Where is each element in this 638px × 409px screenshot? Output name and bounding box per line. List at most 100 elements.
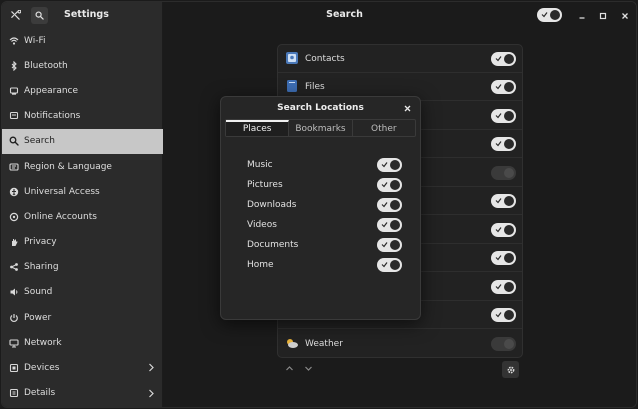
tab-bookmarks[interactable]: Bookmarks — [289, 120, 353, 136]
list-item-label: Contacts — [305, 54, 345, 64]
check-icon — [381, 222, 388, 228]
tools-button[interactable] — [7, 7, 23, 23]
check-icon — [495, 56, 502, 62]
list-item-weather[interactable]: Weather — [278, 330, 522, 358]
sidebar-item-region-language[interactable]: Region & Language — [2, 154, 163, 179]
devices-icon — [8, 363, 19, 374]
sidebar-item-search[interactable]: Search — [2, 128, 163, 154]
files-icon — [287, 80, 297, 92]
location-row-videos[interactable]: Videos — [247, 218, 402, 234]
switch-knob — [504, 82, 514, 92]
toggle-switch[interactable] — [491, 52, 516, 66]
chevron-up-icon[interactable] — [285, 364, 294, 373]
check-icon — [495, 312, 502, 318]
toggle-switch[interactable] — [491, 109, 516, 123]
hand-icon — [8, 237, 19, 248]
weather-icon — [287, 339, 298, 348]
toggle-switch[interactable] — [491, 308, 516, 322]
switch-knob — [390, 240, 400, 250]
location-row-pictures[interactable]: Pictures — [247, 178, 402, 194]
switch-knob — [390, 260, 400, 270]
check-icon — [495, 227, 502, 233]
sidebar-item-online-accounts[interactable]: Online Accounts — [2, 204, 163, 229]
toggle-switch[interactable] — [491, 80, 516, 94]
accessibility-icon — [8, 186, 19, 197]
sidebar-title: Settings — [64, 9, 109, 20]
toggle-switch[interactable] — [377, 178, 402, 192]
sidebar-header: Settings — [2, 2, 162, 28]
location-label: Downloads — [247, 200, 297, 210]
sidebar-item-label: Wi-Fi — [24, 35, 46, 46]
location-label: Pictures — [247, 180, 283, 190]
sidebar-item-network[interactable]: Network — [2, 330, 163, 355]
sidebar-item-wifi[interactable]: Wi-Fi — [2, 28, 163, 53]
chevron-down-icon[interactable] — [304, 364, 313, 373]
sidebar-item-label: Sound — [24, 287, 53, 298]
sidebar-item-sound[interactable]: Sound — [2, 280, 163, 305]
list-item-label: Weather — [305, 339, 343, 349]
sidebar-item-label: Network — [24, 337, 62, 348]
sidebar-item-sharing[interactable]: Sharing — [2, 255, 163, 280]
sidebar-item-details[interactable]: Details — [2, 381, 163, 406]
chevron-right-icon — [149, 389, 154, 398]
location-label: Music — [247, 160, 273, 170]
maximize-button[interactable] — [597, 10, 609, 22]
sidebar-item-bluetooth[interactable]: Bluetooth — [2, 53, 163, 78]
search-enable-switch[interactable] — [537, 8, 562, 22]
sidebar-item-label: Power — [24, 312, 52, 323]
sidebar-item-appearance[interactable]: Appearance — [2, 78, 163, 103]
toggle-switch[interactable] — [377, 238, 402, 252]
check-icon — [381, 202, 388, 208]
location-row-documents[interactable]: Documents — [247, 238, 402, 254]
toggle-switch[interactable] — [377, 198, 402, 212]
toggle-switch[interactable] — [491, 280, 516, 294]
sidebar-item-label: Appearance — [24, 85, 79, 96]
toggle-switch[interactable] — [491, 223, 516, 237]
reorder-arrows — [285, 364, 313, 373]
list-item-contacts[interactable]: Contacts — [278, 45, 522, 73]
switch-knob — [504, 253, 514, 263]
tools-icon — [10, 9, 21, 20]
sidebar-item-devices[interactable]: Devices — [2, 355, 163, 380]
switch-knob — [504, 54, 514, 64]
location-row-downloads[interactable]: Downloads — [247, 198, 402, 214]
sidebar-item-universal-access[interactable]: Universal Access — [2, 179, 163, 204]
sidebar-item-power[interactable]: Power — [2, 305, 163, 330]
cloud-icon — [8, 211, 19, 222]
toggle-switch[interactable] — [491, 251, 516, 265]
switch-knob — [390, 200, 400, 210]
wifi-icon — [8, 35, 19, 46]
toggle-switch[interactable] — [491, 337, 516, 351]
close-button[interactable] — [619, 10, 631, 22]
sidebar: Settings Wi-Fi Bluetooth Appearance Noti… — [2, 2, 163, 407]
tab-places[interactable]: Places — [226, 120, 290, 136]
sidebar-item-privacy[interactable]: Privacy — [2, 230, 163, 255]
sidebar-item-label: Bluetooth — [24, 60, 68, 71]
minimize-button[interactable] — [576, 10, 588, 22]
location-row-home[interactable]: Home — [247, 258, 402, 274]
share-icon — [8, 262, 19, 273]
tab-other[interactable]: Other — [353, 120, 415, 136]
info-icon — [8, 388, 19, 399]
toggle-switch[interactable] — [377, 218, 402, 232]
toggle-switch[interactable] — [491, 166, 516, 180]
dialog-close-button[interactable] — [402, 103, 412, 113]
appearance-icon — [8, 85, 19, 96]
search-locations-button[interactable] — [502, 361, 519, 378]
check-icon — [495, 113, 502, 119]
toggle-switch[interactable] — [377, 158, 402, 172]
toggle-switch[interactable] — [377, 258, 402, 272]
sidebar-item-label: Notifications — [24, 111, 81, 122]
switch-knob — [390, 220, 400, 230]
sidebar-item-label: Universal Access — [24, 186, 100, 197]
list-item-label: Files — [305, 82, 325, 92]
sidebar-item-label: Details — [24, 388, 56, 399]
sidebar-item-notifications[interactable]: Notifications — [2, 104, 163, 129]
sidebar-search-button[interactable] — [31, 7, 48, 24]
speaker-icon — [8, 287, 19, 298]
toggle-switch[interactable] — [491, 194, 516, 208]
location-row-music[interactable]: Music — [247, 158, 402, 174]
switch-knob — [390, 180, 400, 190]
settings-window: Settings Wi-Fi Bluetooth Appearance Noti… — [1, 1, 637, 408]
toggle-switch[interactable] — [491, 137, 516, 151]
